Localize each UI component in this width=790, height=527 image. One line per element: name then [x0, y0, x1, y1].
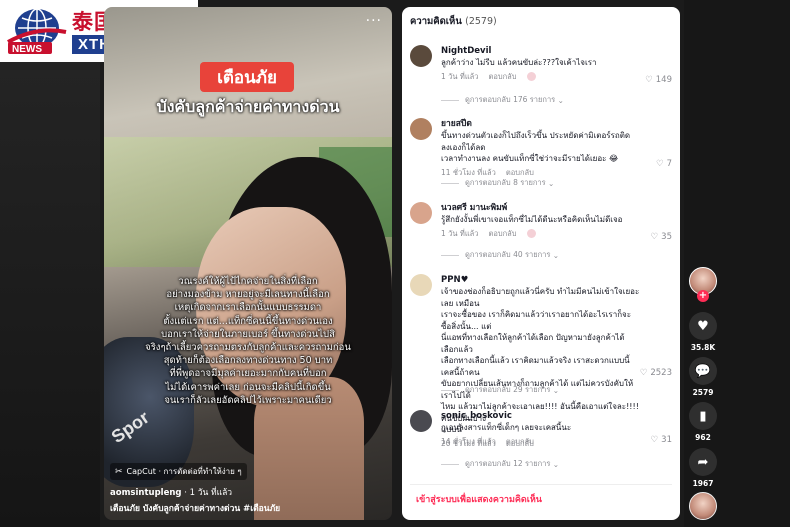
comments-count: (2579)	[465, 16, 497, 27]
comment-text: กูเอนลงสารแท็กซี่เด็กๆ เลยจะเคสนี้นะ	[441, 423, 572, 432]
heart-icon[interactable]: ♡	[640, 368, 648, 378]
music-disc-avatar[interactable]	[689, 492, 717, 520]
warning-badge: เตือนภัย	[200, 62, 294, 92]
video-overlay-text: วณรงค์ให้ผู้ไป้ไกคจ่ายในสิ่งที่เลือก อย่…	[132, 275, 364, 407]
view-replies-label[interactable]: ดูการตอบกลับ 12 รายการ	[465, 458, 550, 470]
comment-time: 1 วัน ที่แล้ว	[441, 228, 479, 238]
comment-like[interactable]: ♡ 149	[645, 75, 672, 85]
heart-icon[interactable]: ♡	[651, 435, 659, 445]
avatar[interactable]	[410, 45, 432, 67]
comment-text: เจ้าของช่องก็อธิบายถูกแล้วนี่ครับ ทำไมมี…	[441, 287, 640, 308]
comment-count: 2579	[692, 388, 714, 397]
share-arrow-icon: ➦	[697, 454, 709, 470]
share-button[interactable]: ➦	[689, 448, 717, 476]
comment-text: เวลาทำงานลง คนขับแท็กซี่ใช่ว่าจะมีรายได้…	[441, 154, 619, 163]
creator-liked-icon	[526, 229, 536, 238]
overlay-line: ไม่ได้เคารพค่าเลย ก่อนจะมีคลิปนี้เกิดขึ้…	[165, 381, 331, 393]
overlay-line: ที่พี่พูดอาจมีมุลค่าเยอะมากกับคนที่บอก	[169, 368, 327, 380]
overlay-line: จนเราก็ลัวเลยอัดคลิปไว้เพราะมาคนเดียว	[164, 394, 332, 406]
bookmark-icon: ▮	[699, 408, 707, 424]
comment-like[interactable]: ♡ 2523	[640, 368, 672, 378]
avatar[interactable]	[410, 410, 432, 432]
comment-like[interactable]: ♡ 35	[651, 232, 672, 242]
comment-text: เราจะซื้อของ เราก็คิดมาแล้วว่าเราอยากได้…	[441, 310, 632, 331]
overlay-line: วณรงค์ให้ผู้ไป้ไกคจ่ายในสิ่งที่เลือก	[178, 276, 318, 287]
comment-like[interactable]: ♡ 7	[656, 159, 672, 169]
comment-username[interactable]: นวลศรี มานะพิมพ์	[441, 202, 641, 214]
comment-text: เลือกทางเลือกนี้แล้ว เราคิดมาแล้วจริง เร…	[441, 356, 630, 377]
comment-time: 1 วัน ที่แล้ว	[441, 71, 479, 81]
capcut-tag[interactable]: ✂ CapCut · การตัดต่อที่ทำให้ง่าย ๆ	[110, 463, 247, 480]
overlay-line: สุดท้ายก็ต้องเลือกลงทางด่วนทาง 50 บาท	[163, 355, 333, 367]
share-count: 1967	[692, 479, 714, 488]
capcut-label: CapCut · การตัดต่อที่ทำให้ง่าย ๆ	[126, 467, 242, 476]
comment-text: นี่แอพที่ทางเลือกให้ลูกค้าได้เลือก ปัญหา…	[441, 333, 625, 354]
overlay-line: บอกเราให้จ่ายในภายเบอร์ ขึ้นทางด่วนไปสิ	[161, 328, 335, 340]
like-count: 149	[655, 75, 672, 85]
save-button[interactable]: ▮	[689, 402, 717, 430]
post-time: · 1 วัน ที่แล้ว	[184, 488, 233, 498]
creator-liked-icon	[526, 72, 536, 81]
comment-button[interactable]: 💬	[689, 357, 717, 385]
globe-icon: NEWS	[6, 6, 68, 56]
author-name[interactable]: aomsintupleng	[110, 488, 181, 498]
like-count: 7	[666, 159, 672, 169]
comment-username[interactable]: ยายสปีด	[441, 118, 641, 130]
comment-meta: 1 วัน ที่แล้ว ตอบกลับ	[441, 71, 641, 83]
heart-icon[interactable]: ♡	[651, 232, 659, 242]
video-headline: บังคับลูกค้าจ่ายค่าทางด่วน	[156, 97, 340, 116]
login-to-comment-button[interactable]: เข้าสู่ระบบเพื่อแสดงความคิดเห็น	[410, 484, 672, 512]
video-caption: เตือนภัย บังคับลูกค้าจ่ายค่าทางด่วน #เตื…	[110, 504, 281, 514]
view-replies[interactable]: ดูการตอบกลับ 8 รายการ ⌄	[441, 177, 554, 189]
view-replies[interactable]: ดูการตอบกลับ 29 รายการ ⌄	[441, 384, 559, 396]
view-replies-label[interactable]: ดูการตอบกลับ 176 รายการ	[465, 94, 555, 106]
heart-icon[interactable]: ♡	[645, 75, 653, 85]
view-replies[interactable]: ดูการตอบกลับ 40 รายการ ⌄	[441, 249, 559, 261]
comments-title: ความคิดเห็น	[410, 16, 462, 27]
video-player[interactable]: Spor ··· เตือนภัย บังคับลูกค้าจ่ายค่าทาง…	[104, 7, 392, 520]
heart-icon: ♥	[697, 318, 709, 334]
comment-text: ลูกค้าว่าง ไม่รีบ แล้วคนขับล่ะ???ใจเค้าไ…	[441, 58, 597, 67]
follow-plus-icon[interactable]: +	[697, 290, 709, 302]
view-replies-label[interactable]: ดูการตอบกลับ 40 รายการ	[465, 249, 550, 261]
view-replies[interactable]: ดูการตอบกลับ 176 รายการ ⌄	[441, 94, 564, 106]
comment-username[interactable]: NightDevil	[441, 45, 641, 57]
view-replies-label[interactable]: ดูการตอบกลับ 8 รายการ	[465, 177, 546, 189]
comment-bubble-icon: 💬	[694, 363, 712, 379]
comment-text: ขึ้นทางด่วนตัวเองก็ไปถึงเร็วขึ้น ประหยัด…	[441, 131, 631, 152]
avatar[interactable]	[410, 118, 432, 140]
like-count: 31	[661, 435, 672, 445]
comments-panel: ความคิดเห็น (2579) NightDevil ลูกค้าว่าง…	[402, 7, 680, 520]
comment-time: 14 ชั่วโมง ที่แล้ว	[441, 436, 496, 446]
comment-meta: 14 ชั่วโมง ที่แล้ว ตอบกลับ	[441, 436, 641, 448]
save-count: 962	[695, 433, 711, 442]
overlay-line: เหตุเกิดจากเราเลือกนั้นแบบธรรมดา	[174, 302, 322, 314]
comment-like[interactable]: ♡ 31	[651, 435, 672, 445]
comment-username[interactable]: sonic_boskovic	[441, 410, 641, 422]
more-options-icon[interactable]: ···	[366, 13, 382, 29]
view-replies-label[interactable]: ดูการตอบกลับ 29 รายการ	[465, 384, 550, 396]
reply-button[interactable]: ตอบกลับ	[488, 71, 516, 83]
overlay-line: จริงๆถ้าเลี้ยวควรถามตรงกับลูกค้าและควรถา…	[145, 342, 351, 354]
comments-header: ความคิดเห็น (2579)	[410, 14, 497, 29]
comment-username[interactable]: PPN♥	[441, 274, 641, 286]
comment-text: รู้สึกยังงั้นพี่เขาเจอแท็กซี่ไม่ได้ดีนะห…	[441, 215, 623, 224]
comment-meta: 1 วัน ที่แล้ว ตอบกลับ	[441, 228, 641, 240]
video-author-line[interactable]: aomsintupleng · 1 วัน ที่แล้ว	[110, 485, 232, 499]
avatar[interactable]	[410, 202, 432, 224]
view-replies[interactable]: ดูการตอบกลับ 12 รายการ ⌄	[441, 458, 559, 470]
reply-button[interactable]: ตอบกลับ	[506, 436, 534, 448]
background-left	[0, 0, 100, 527]
overlay-line: อย่างมองข้าม หายอยู่จะมีเลนทางนี้เลือก	[166, 289, 330, 301]
like-button[interactable]: ♥	[689, 312, 717, 340]
capcut-icon: ✂	[115, 466, 123, 477]
avatar[interactable]	[410, 274, 432, 296]
like-count: 2523	[650, 368, 672, 378]
overlay-line: ตั้งแต่แรก แต่...แท็กซี่คนนี้ขึ้นทางด่วน…	[163, 315, 333, 327]
like-count: 35	[661, 232, 672, 242]
globe-label: NEWS	[12, 44, 42, 55]
like-count: 35.8K	[690, 343, 716, 352]
reply-button[interactable]: ตอบกลับ	[488, 228, 516, 240]
heart-icon[interactable]: ♡	[656, 159, 664, 169]
